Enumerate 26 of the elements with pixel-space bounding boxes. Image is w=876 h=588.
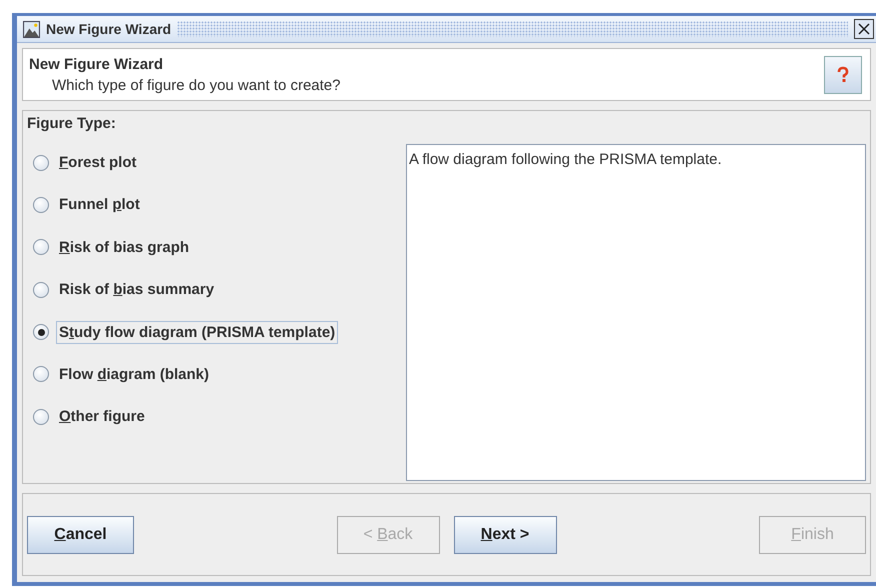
question-mark-icon	[836, 66, 850, 84]
dialog-button[interactable]: Next >	[454, 516, 556, 554]
option-label[interactable]: Forest plot	[56, 151, 140, 174]
option-label[interactable]: Risk of bias graph	[56, 236, 192, 259]
close-button[interactable]	[854, 19, 874, 39]
dialog-button[interactable]: Cancel	[27, 516, 134, 554]
option-label[interactable]: Flow diagram (blank)	[56, 362, 212, 386]
header-subtitle: Which type of figure do you want to create?	[51, 76, 340, 94]
close-icon	[857, 22, 871, 36]
radio-button[interactable]	[33, 408, 49, 425]
radio-button[interactable]	[33, 239, 49, 256]
figure-type-label: Figure Type:	[27, 115, 117, 132]
option-label[interactable]: Risk of bias summary	[56, 278, 218, 302]
radio-button[interactable]	[33, 324, 49, 340]
option-label[interactable]: Study flow diagram (PRISMA template)	[56, 320, 338, 344]
radio-button[interactable]	[33, 154, 49, 170]
window-title: New Figure Wizard	[46, 21, 172, 37]
description-text: A flow diagram following the PRISMA template.	[409, 151, 722, 168]
header-title: New Figure Wizard	[29, 56, 164, 72]
help-button[interactable]	[824, 56, 862, 94]
option-label[interactable]: Funnel plot	[56, 193, 143, 216]
radio-button[interactable]	[33, 196, 49, 213]
radio-button[interactable]	[33, 366, 49, 382]
mountain-picture-icon	[23, 20, 40, 38]
option-label[interactable]: Other figure	[56, 405, 148, 428]
radio-button[interactable]	[33, 282, 49, 298]
